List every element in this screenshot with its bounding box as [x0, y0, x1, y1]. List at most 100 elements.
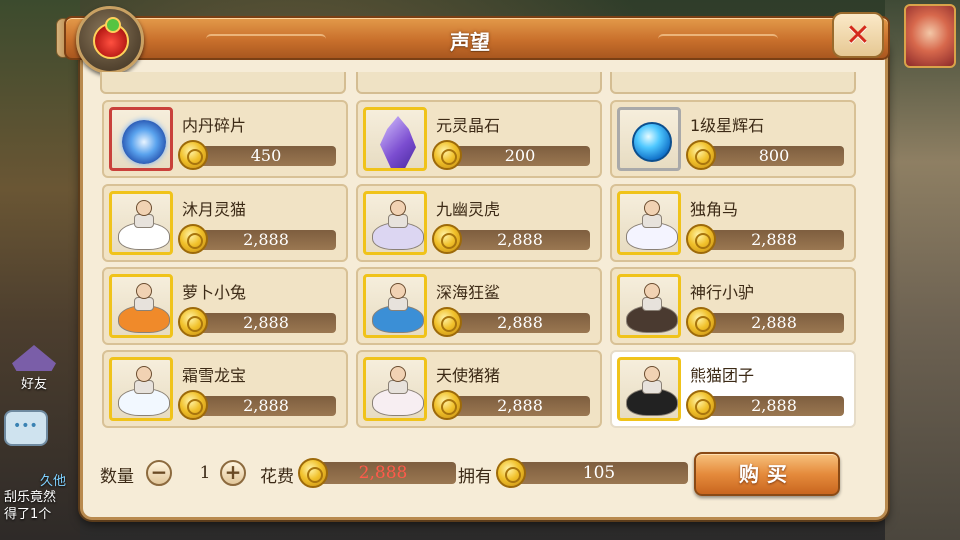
panda-mount-icon	[617, 357, 681, 421]
item-name: 霜雪龙宝	[182, 366, 247, 385]
coin-icon	[178, 140, 208, 170]
coin-icon	[298, 458, 328, 488]
scrolled-card-edge	[356, 72, 602, 94]
rider-body	[388, 214, 408, 228]
buy-button[interactable]: 购买	[694, 452, 840, 496]
plus-icon: +	[224, 460, 242, 484]
coin-icon	[178, 307, 208, 337]
star-gem-icon-art	[632, 122, 672, 162]
minus-icon: −	[150, 460, 168, 484]
item-name: 九幽灵虎	[436, 200, 501, 219]
rider-head	[136, 283, 152, 299]
item-grid: 内丹碎片 450 元灵晶石 200 1级星辉石 800 沐月灵猫 2,888 九幽灵虎 2,888…	[100, 72, 860, 432]
item-price: 2,888	[450, 230, 590, 250]
item-price: 2,888	[450, 313, 590, 333]
background-left-scene	[0, 0, 80, 540]
chat-line: 得了1个	[4, 507, 52, 522]
friends-label: 好友	[20, 377, 47, 392]
player-portrait[interactable]	[904, 4, 956, 68]
snow-dragon-mount-icon	[109, 357, 173, 421]
shop-item-card[interactable]: 1级星辉石 800	[610, 100, 856, 178]
item-price: 2,888	[196, 230, 336, 250]
item-name: 萝卜小兔	[182, 283, 247, 302]
unicorn-mount-icon	[617, 191, 681, 255]
coin-icon	[686, 224, 716, 254]
rider-body	[134, 297, 154, 311]
spirit-crystal-icon	[363, 107, 427, 171]
purchase-bar: 数量 − 1 + 花费 2,888 拥有 105 购买	[100, 450, 860, 496]
rider-head	[390, 283, 406, 299]
coin-icon	[178, 224, 208, 254]
shop-item-card[interactable]: 沐月灵猫 2,888	[102, 184, 348, 262]
shop-item-card[interactable]: 萝卜小兔 2,888	[102, 267, 348, 345]
angel-pig-mount-icon	[363, 357, 427, 421]
rider-body	[134, 214, 154, 228]
item-price: 2,888	[704, 313, 844, 333]
coin-icon	[178, 390, 208, 420]
rider-head	[390, 366, 406, 382]
emblem-glyph	[93, 17, 129, 59]
scrolled-card-edge	[610, 72, 856, 94]
shop-item-card[interactable]: 元灵晶石 200	[356, 100, 602, 178]
rider-head	[136, 200, 152, 216]
cost-value: 2,888	[310, 462, 456, 484]
item-name: 神行小驴	[690, 283, 755, 302]
background-right-scene	[885, 0, 960, 540]
item-price: 2,888	[704, 396, 844, 416]
item-name: 1级星辉石	[690, 116, 765, 135]
coin-icon	[686, 140, 716, 170]
coin-icon	[432, 224, 462, 254]
decrease-quantity-button[interactable]: −	[146, 460, 172, 486]
coin-icon	[432, 390, 462, 420]
spirit-tiger-mount-icon	[363, 191, 427, 255]
shop-item-card[interactable]: 熊猫团子 2,888	[610, 350, 856, 428]
title-bar: 声望	[64, 16, 890, 60]
coin-icon	[686, 390, 716, 420]
spirit-crystal-icon-art	[380, 116, 416, 168]
rider-body	[642, 380, 662, 394]
coin-icon	[496, 458, 526, 488]
item-name: 天使猪猪	[436, 366, 501, 385]
close-x-icon: ✕	[845, 17, 871, 53]
inner-core-shard-icon	[109, 107, 173, 171]
rider-body	[388, 297, 408, 311]
shop-item-card[interactable]: 内丹碎片 450	[102, 100, 348, 178]
shop-item-card[interactable]: 深海狂鲨 2,888	[356, 267, 602, 345]
shop-item-card[interactable]: 九幽灵虎 2,888	[356, 184, 602, 262]
donkey-mount-icon	[617, 274, 681, 338]
shop-item-card[interactable]: 天使猪猪 2,888	[356, 350, 602, 428]
friends-button[interactable]: 好友	[6, 338, 62, 392]
chat-icon[interactable]	[4, 410, 48, 446]
rider-head	[136, 366, 152, 382]
item-name: 独角马	[690, 200, 739, 219]
quantity-label: 数量	[100, 467, 134, 487]
carrot-rabbit-mount-icon	[109, 274, 173, 338]
shop-item-card[interactable]: 神行小驴 2,888	[610, 267, 856, 345]
item-name: 沐月灵猫	[182, 200, 247, 219]
item-name: 元灵晶石	[436, 116, 501, 135]
coin-icon	[432, 140, 462, 170]
rider-head	[644, 366, 660, 382]
close-button[interactable]: ✕	[832, 12, 884, 58]
item-price: 2,888	[450, 396, 590, 416]
rider-head	[390, 200, 406, 216]
item-price: 450	[196, 146, 336, 166]
rider-body	[642, 214, 662, 228]
rider-body	[134, 380, 154, 394]
shop-item-card[interactable]: 霜雪龙宝 2,888	[102, 350, 348, 428]
item-price: 2,888	[196, 313, 336, 333]
item-name: 熊猫团子	[690, 366, 755, 385]
shop-item-card[interactable]: 独角马 2,888	[610, 184, 856, 262]
rider-body	[642, 297, 662, 311]
item-price: 2,888	[196, 396, 336, 416]
dialog-title: 声望	[450, 30, 490, 54]
item-price: 800	[704, 146, 844, 166]
increase-quantity-button[interactable]: +	[220, 460, 246, 486]
rider-body	[388, 380, 408, 394]
item-name: 内丹碎片	[182, 116, 247, 135]
scrolled-card-edge	[100, 72, 346, 94]
owned-value: 105	[510, 462, 688, 484]
rider-head	[644, 200, 660, 216]
inner-core-shard-icon-art	[122, 120, 166, 164]
moon-cat-mount-icon	[109, 191, 173, 255]
